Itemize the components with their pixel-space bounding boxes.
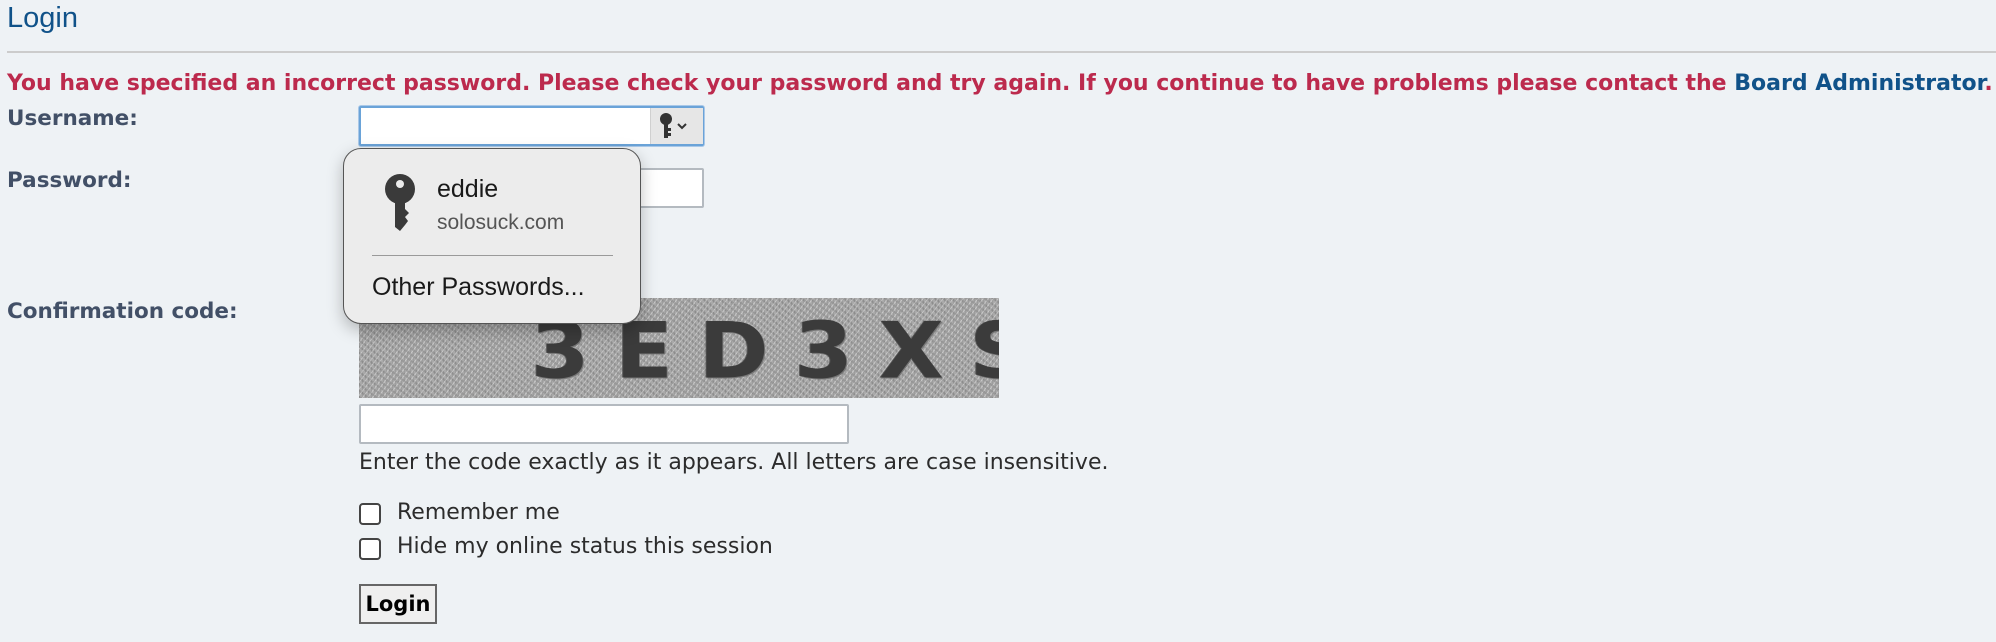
page-title: Login <box>7 2 78 34</box>
error-trailing: . <box>1984 71 1993 96</box>
confirmation-code-input[interactable] <box>359 404 849 444</box>
other-passwords-item[interactable]: Other Passwords... <box>372 273 585 302</box>
remember-me-label[interactable]: Remember me <box>397 500 560 525</box>
hide-status-checkbox[interactable] <box>359 538 381 560</box>
error-text: You have specified an incorrect password… <box>7 71 1735 96</box>
password-autofill-button[interactable] <box>650 108 703 144</box>
password-label: Password: <box>7 168 132 193</box>
error-message: You have specified an incorrect password… <box>7 71 1993 96</box>
title-divider <box>7 51 1996 53</box>
key-icon <box>385 174 415 231</box>
chevron-down-icon <box>677 123 687 130</box>
saved-account-site: solosuck.com <box>437 211 565 234</box>
hide-status-label[interactable]: Hide my online status this session <box>397 534 773 559</box>
remember-me-checkbox[interactable] <box>359 503 381 525</box>
confirmation-help-text: Enter the code exactly as it appears. Al… <box>359 450 1109 475</box>
saved-password-item[interactable] <box>384 173 420 237</box>
popup-divider <box>372 255 613 256</box>
confirmation-code-label: Confirmation code: <box>7 299 238 324</box>
board-administrator-link[interactable]: Board Administrator <box>1734 71 1984 96</box>
saved-account-username[interactable]: eddie <box>437 175 498 204</box>
password-autofill-popup: eddie solosuck.com Other Passwords... <box>343 148 641 324</box>
login-button[interactable]: Login <box>359 584 437 624</box>
username-label: Username: <box>7 106 138 131</box>
key-icon <box>660 113 687 138</box>
